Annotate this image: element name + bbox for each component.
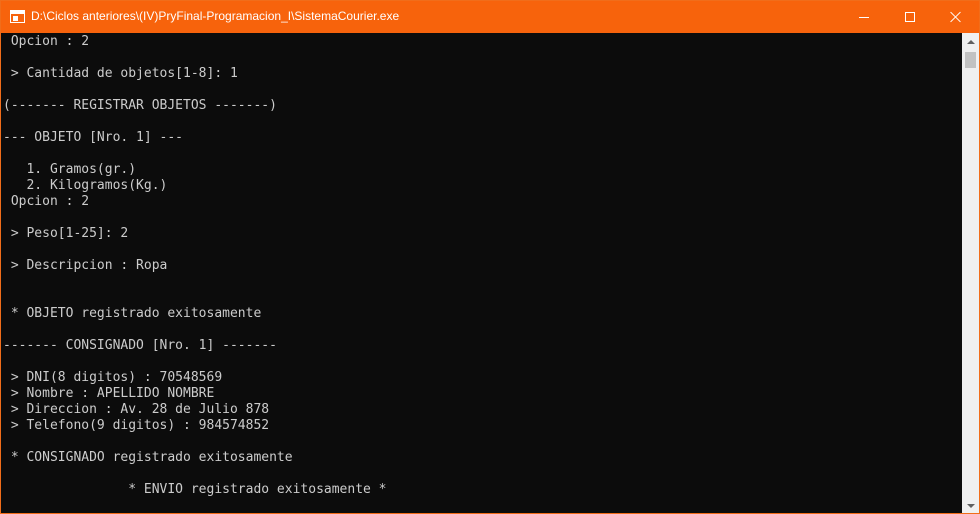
console-line: ------- CONSIGNADO [Nro. 1] ------- xyxy=(3,338,277,353)
console-line: > Cantidad de objetos[1-8]: 1 xyxy=(3,66,238,81)
minimize-icon xyxy=(859,16,869,18)
console-line: > Nombre : APELLIDO NOMBRE xyxy=(3,386,215,401)
close-icon xyxy=(950,11,962,23)
console-line: > Direccion : Av. 28 de Julio 878 xyxy=(3,402,270,417)
console-line: (------- REGISTRAR OBJETOS -------) xyxy=(3,98,277,113)
console-line: --- OBJETO [Nro. 1] --- xyxy=(3,130,184,145)
vertical-scrollbar[interactable] xyxy=(962,33,979,513)
scroll-up-arrow-icon[interactable] xyxy=(962,33,979,50)
scroll-thumb[interactable] xyxy=(965,52,976,68)
title-bar[interactable]: D:\Ciclos anteriores\(IV)PryFinal-Progra… xyxy=(1,1,979,33)
window-title: D:\Ciclos anteriores\(IV)PryFinal-Progra… xyxy=(31,9,400,23)
maximize-icon xyxy=(905,12,915,22)
console-line: > Telefono(9 digitos) : 984574852 xyxy=(3,418,270,433)
maximize-button[interactable] xyxy=(887,1,933,33)
minimize-button[interactable] xyxy=(841,1,887,33)
console-line: * OBJETO registrado exitosamente xyxy=(3,306,262,321)
console-line: * ENVIO registrado exitosamente * xyxy=(3,482,387,497)
console-line: > Peso[1-25]: 2 xyxy=(3,226,129,241)
console-line: Opcion : 2 xyxy=(3,34,90,49)
console-line: > Descripcion : Ropa xyxy=(3,258,168,273)
console-line: 1. Gramos(gr.) xyxy=(3,162,137,177)
console-app-icon[interactable] xyxy=(10,10,25,23)
console-output[interactable]: Opcion : 2 > Cantidad de objetos[1-8]: 1… xyxy=(1,33,962,513)
scroll-down-arrow-icon[interactable] xyxy=(962,497,979,513)
console-line: > DNI(8 digitos) : 70548569 xyxy=(3,370,223,385)
console-line: Opcion : 2 xyxy=(3,194,90,209)
console-line: * CONSIGNADO registrado exitosamente xyxy=(3,450,293,465)
console-window: D:\Ciclos anteriores\(IV)PryFinal-Progra… xyxy=(0,0,980,514)
console-line: 2. Kilogramos(Kg.) xyxy=(3,178,168,193)
close-button[interactable] xyxy=(933,1,979,33)
